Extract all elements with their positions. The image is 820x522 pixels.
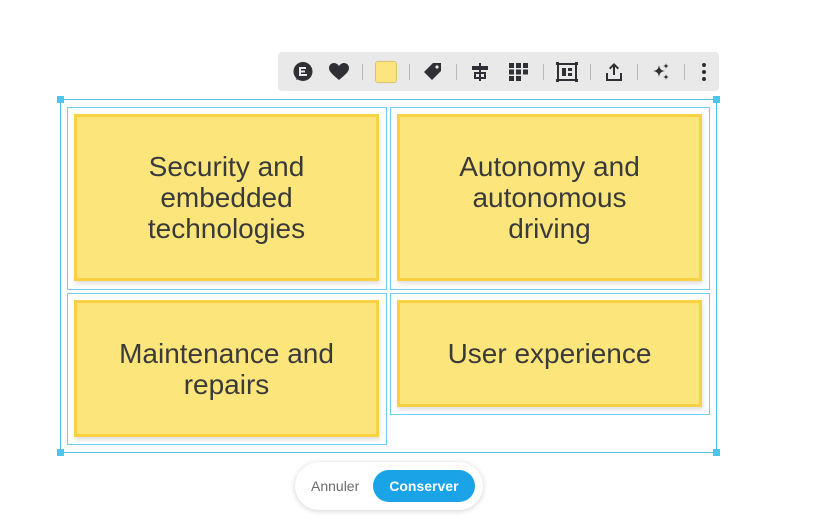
confirm-bar: Annuler Conserver [295, 462, 483, 510]
cancel-button[interactable]: Annuler [311, 478, 359, 494]
share-icon[interactable] [601, 59, 627, 85]
comment-icon[interactable] [290, 59, 316, 85]
sparkle-icon[interactable] [648, 59, 674, 85]
toolbar-divider [362, 63, 363, 80]
resize-handle-bottom-left[interactable] [57, 449, 64, 456]
sticky-note[interactable]: Autonomy and autonomous driving [397, 114, 702, 281]
sticky-note-text: User experience [447, 338, 652, 369]
frame-icon[interactable] [554, 59, 580, 85]
grid-icon[interactable] [507, 59, 533, 85]
toolbar-divider [684, 63, 685, 80]
sticky-note-text: Security and embedded technologies [147, 151, 306, 244]
sticky-note[interactable]: Maintenance and repairs [74, 300, 379, 437]
resize-handle-top-left[interactable] [57, 96, 64, 103]
toolbar-divider [637, 63, 638, 80]
sticky-note-text: Autonomy and autonomous driving [459, 151, 640, 244]
heart-icon[interactable] [326, 59, 352, 85]
color-swatch-button[interactable] [373, 59, 399, 85]
more-icon[interactable] [691, 59, 717, 85]
toolbar-divider [590, 63, 591, 80]
align-icon[interactable] [467, 59, 493, 85]
toolbar-divider [543, 63, 544, 80]
toolbar-divider [409, 63, 410, 80]
sticky-note-text: Maintenance and repairs [119, 337, 334, 400]
resize-handle-bottom-right[interactable] [713, 449, 720, 456]
floating-toolbar [278, 52, 719, 91]
sticky-note[interactable]: Security and embedded technologies [74, 114, 379, 281]
tag-icon[interactable] [420, 59, 446, 85]
keep-button[interactable]: Conserver [373, 470, 475, 502]
toolbar-divider [456, 63, 457, 80]
color-swatch [375, 60, 397, 83]
resize-handle-top-right[interactable] [713, 96, 720, 103]
sticky-note[interactable]: User experience [397, 300, 702, 407]
